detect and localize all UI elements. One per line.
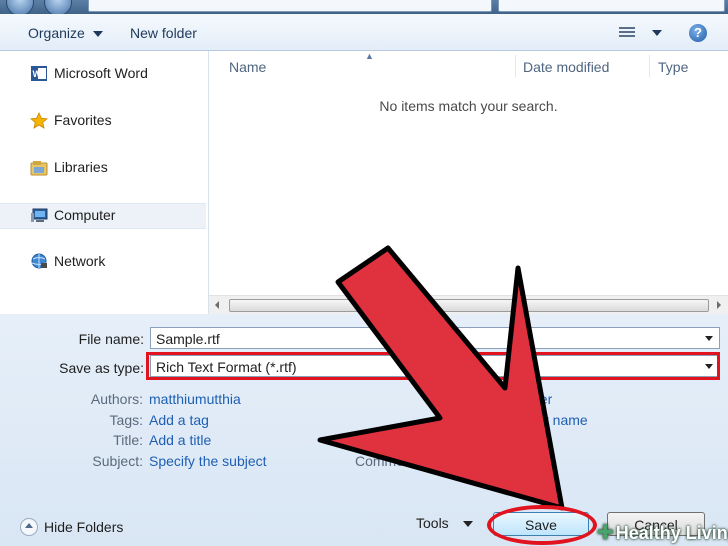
nav-label: Computer <box>54 207 116 223</box>
file-name-label: File name: <box>78 331 144 347</box>
subject-value[interactable]: Specify the subject <box>149 453 267 469</box>
word-icon: W <box>31 66 47 81</box>
brand-label: Healthy Living <box>615 523 728 543</box>
tags-value[interactable]: Add a tag <box>149 412 209 428</box>
plus-icon: ✚ <box>597 522 614 544</box>
healthy-living-watermark: ✚ Healthy Living <box>597 520 728 545</box>
nav-item-libraries[interactable]: Libraries <box>0 156 206 180</box>
company-value[interactable]: ny name <box>534 412 588 428</box>
sort-ascending-icon: ▲ <box>365 51 374 61</box>
save-as-type-highlight-box <box>146 352 720 380</box>
scrollbar-thumb[interactable] <box>229 299 709 312</box>
window-title-strip <box>0 0 728 16</box>
column-separator[interactable] <box>515 55 516 77</box>
tags-label: Tags: <box>109 412 143 428</box>
chevron-down-icon <box>462 521 473 528</box>
file-list[interactable]: ▲ Name Date modified Type No items match… <box>209 51 728 314</box>
nav-label: Microsoft Word <box>54 65 148 81</box>
tools-dropdown[interactable]: Tools <box>416 515 473 531</box>
title-value[interactable]: Add a title <box>149 432 211 448</box>
title-label: Title: <box>113 432 143 448</box>
column-separator[interactable] <box>649 55 650 77</box>
manager-value[interactable]: ner <box>532 391 552 407</box>
nav-label: Network <box>54 253 106 269</box>
nav-item-network[interactable]: Network <box>0 250 206 274</box>
libraries-icon <box>30 161 48 176</box>
column-header-date-modified[interactable]: Date modified <box>523 59 609 75</box>
categories-label: Categ <box>358 432 396 448</box>
search-box[interactable] <box>498 0 725 12</box>
empty-message: No items match your search. <box>379 98 558 114</box>
column-header-type[interactable]: Type <box>658 59 688 75</box>
subject-label: Subject: <box>92 453 143 469</box>
chevron-down-icon <box>92 31 103 38</box>
tools-label: Tools <box>416 515 449 531</box>
computer-icon <box>31 208 48 222</box>
navigation-pane: W Microsoft Word Favorites Libraries Com… <box>0 51 209 314</box>
file-name-field[interactable]: Sample.rtf <box>150 327 720 349</box>
hide-folders-label: Hide Folders <box>44 519 124 535</box>
command-toolbar: Organize New folder ? <box>0 14 728 51</box>
organize-button[interactable]: Organize <box>28 25 103 41</box>
nav-item-computer[interactable]: Computer <box>0 203 206 229</box>
address-bar[interactable] <box>88 0 492 12</box>
network-icon <box>31 253 47 269</box>
organize-label: Organize <box>28 25 85 41</box>
nav-item-favorites[interactable]: Favorites <box>0 109 206 133</box>
file-name-value: Sample.rtf <box>156 331 220 347</box>
save-button-highlight-circle <box>487 505 597 545</box>
view-list-icon[interactable] <box>619 27 635 39</box>
chevron-down-icon[interactable] <box>705 336 713 341</box>
scroll-right-icon[interactable] <box>717 301 721 309</box>
svg-text:W: W <box>33 69 42 79</box>
nav-label: Favorites <box>54 112 112 128</box>
scroll-left-icon[interactable] <box>215 301 219 309</box>
authors-label: Authors: <box>90 391 143 407</box>
star-icon <box>30 112 48 129</box>
horizontal-scrollbar[interactable] <box>209 295 728 314</box>
nav-item-microsoft-word[interactable]: W Microsoft Word <box>0 62 206 86</box>
nav-label: Libraries <box>54 159 108 175</box>
view-options-chevron-icon[interactable] <box>652 30 662 36</box>
new-folder-button[interactable]: New folder <box>130 25 197 41</box>
comments-label: Comments: <box>355 453 427 469</box>
authors-value[interactable]: matthiumutthia <box>149 391 241 407</box>
save-as-type-label: Save as type: <box>59 360 144 376</box>
chevron-up-icon <box>20 518 38 536</box>
help-icon[interactable]: ? <box>689 24 707 42</box>
column-header-name[interactable]: Name <box>229 59 266 75</box>
